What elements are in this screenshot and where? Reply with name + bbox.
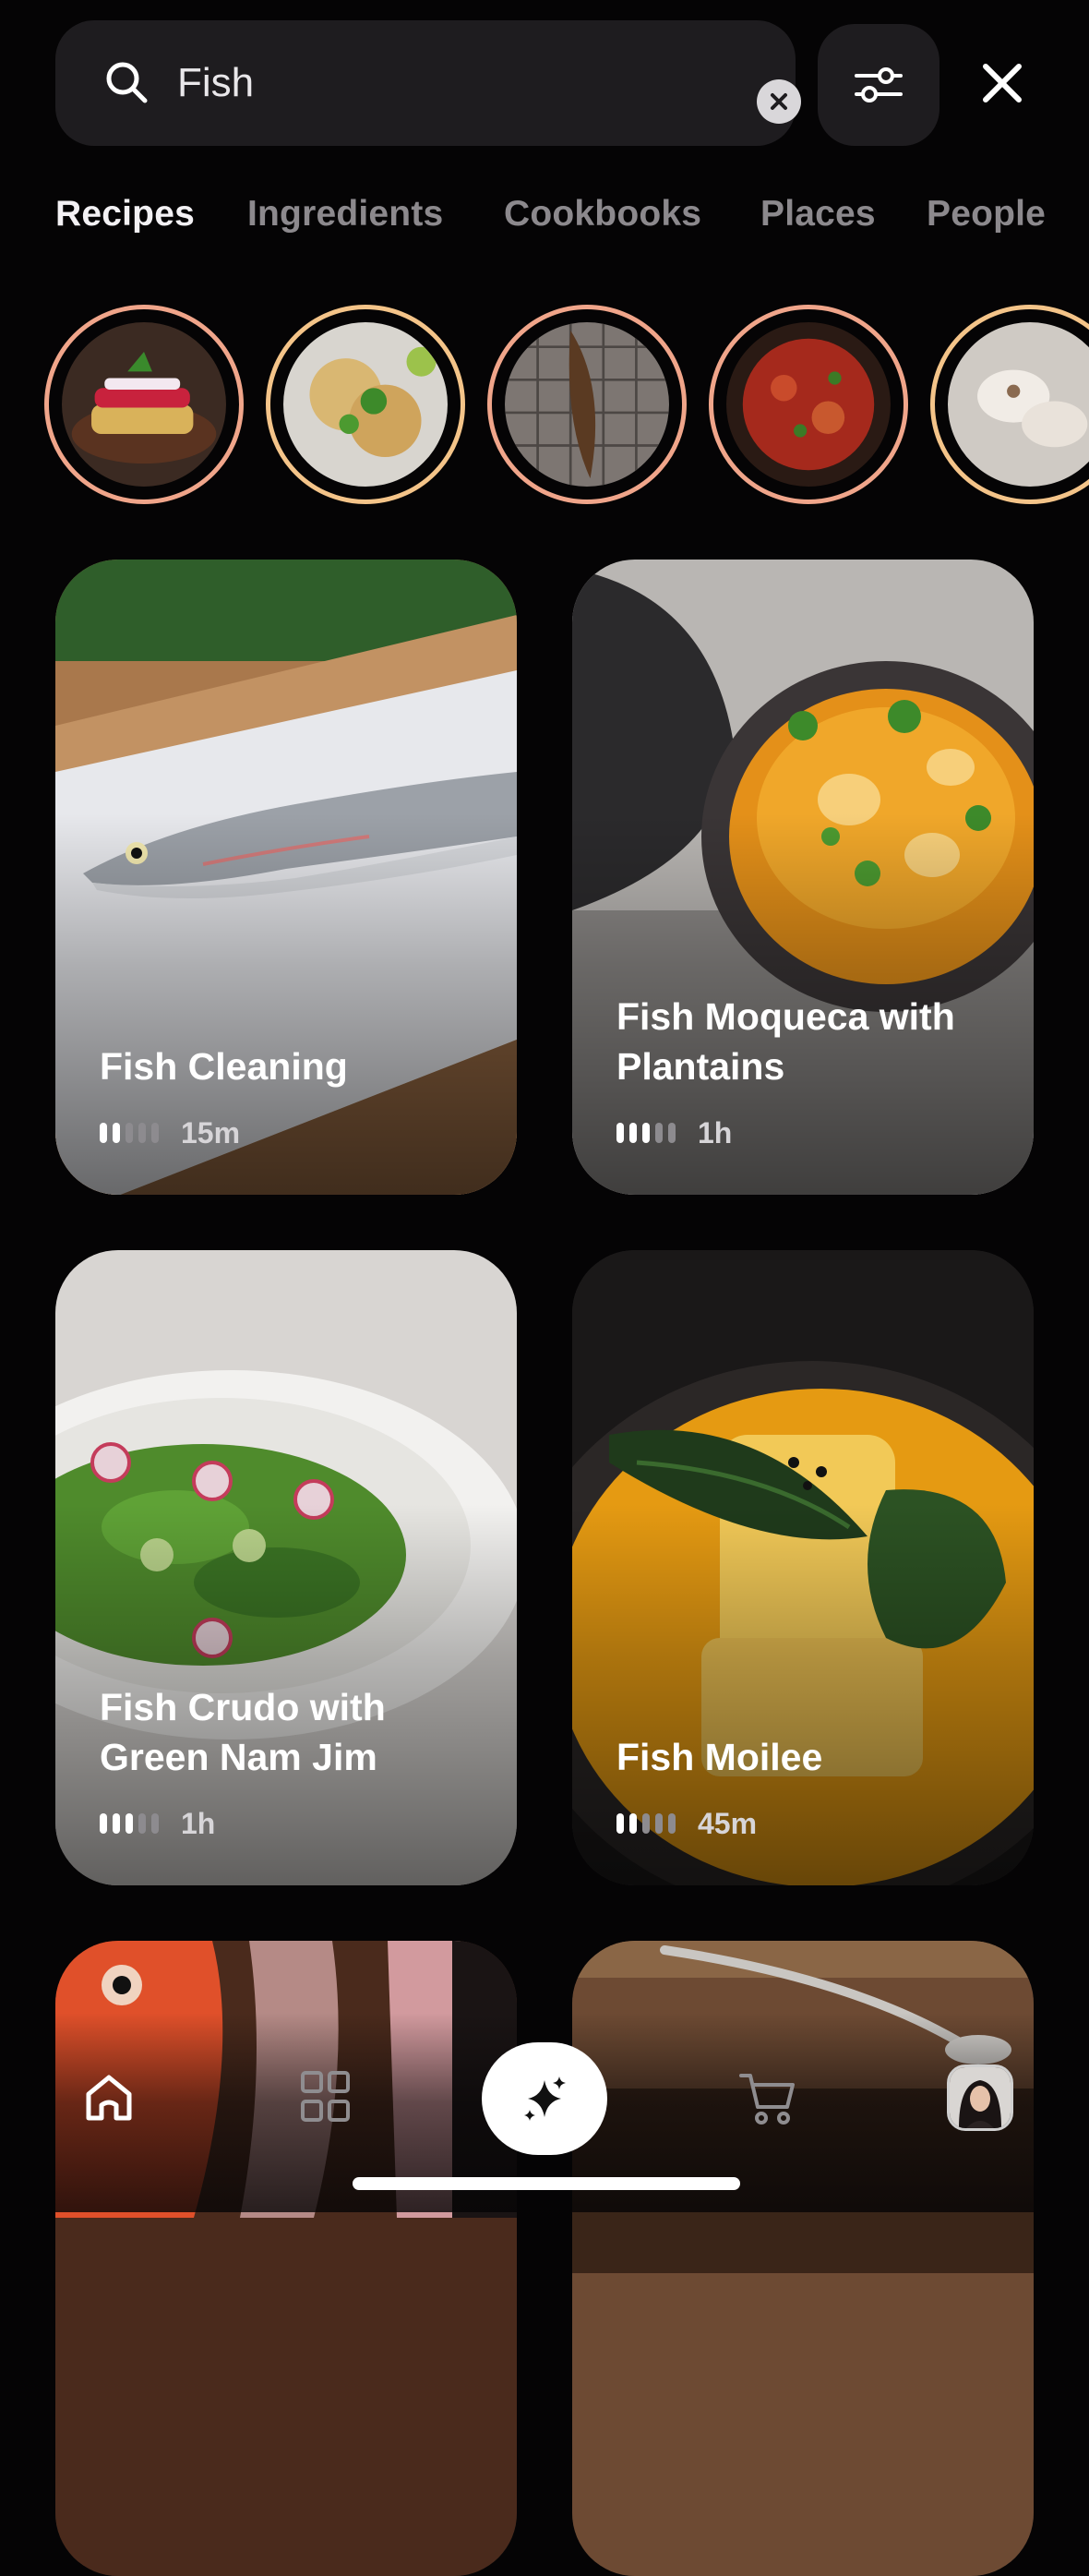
recipe-time: 45m: [698, 1806, 758, 1840]
difficulty-bar: [629, 1813, 637, 1834]
difficulty-bar: [100, 1813, 107, 1834]
difficulty-indicator: [616, 1813, 676, 1834]
difficulty-bar: [655, 1813, 663, 1834]
difficulty-bar: [126, 1813, 133, 1834]
home-icon: [86, 2075, 132, 2121]
difficulty-bar: [655, 1123, 663, 1143]
tab-places[interactable]: Places: [760, 194, 876, 235]
close-icon: [983, 64, 1022, 102]
tab-people[interactable]: People: [927, 194, 1046, 235]
recipe-title: Fish Cleaning: [100, 1045, 348, 1088]
search-bar: [55, 20, 801, 146]
recipe-meta: 1h: [616, 1115, 733, 1150]
difficulty-bar: [668, 1813, 676, 1834]
story-thumbnail: [726, 322, 891, 487]
recipe-title: Fish Moqueca with Plantains: [616, 995, 955, 1088]
difficulty-bar: [642, 1123, 650, 1143]
story-thumbnail: [283, 322, 448, 487]
recipe-title: Fish Moilee: [616, 1736, 823, 1778]
sliders-icon: [855, 67, 903, 102]
difficulty-bar: [616, 1813, 624, 1834]
story-thumbnail: [62, 322, 226, 487]
difficulty-bar: [126, 1123, 133, 1143]
grid-icon: [301, 2071, 350, 2122]
nav-cart[interactable]: [733, 2063, 803, 2133]
difficulty-bar: [113, 1123, 120, 1143]
tab-recipes[interactable]: Recipes: [55, 194, 195, 235]
recipe-meta: 15m: [100, 1115, 241, 1150]
recipe-title: Fish Crudo with Green Nam Jim: [100, 1686, 386, 1778]
difficulty-indicator: [100, 1123, 159, 1143]
story-item[interactable]: [709, 305, 908, 504]
story-item[interactable]: [930, 305, 1089, 504]
tab-ingredients[interactable]: Ingredients: [247, 194, 443, 235]
difficulty-bar: [668, 1123, 676, 1143]
recipe-meta: 1h: [100, 1806, 216, 1840]
difficulty-bar: [138, 1813, 146, 1834]
nav-collections[interactable]: [293, 2063, 358, 2133]
story-thumbnail: [948, 322, 1089, 487]
filter-button[interactable]: [818, 24, 939, 146]
difficulty-indicator: [100, 1813, 159, 1834]
search-input[interactable]: [177, 46, 712, 120]
close-button[interactable]: [965, 37, 1039, 129]
clear-search-button[interactable]: [757, 79, 801, 124]
recipe-card[interactable]: Fish Moqueca with Plantains 1h: [572, 560, 1034, 1195]
home-indicator: [353, 2177, 740, 2190]
difficulty-bar: [151, 1813, 159, 1834]
story-item[interactable]: [44, 305, 244, 504]
search-icon: [106, 62, 148, 103]
ai-assistant-button[interactable]: [482, 2042, 607, 2155]
cart-icon: [739, 2074, 795, 2125]
sparkles-icon: [524, 2076, 566, 2121]
recipe-time: 1h: [698, 1115, 733, 1150]
recipe-card[interactable]: Fish Cleaning 15m: [55, 560, 517, 1195]
recipe-card[interactable]: Fish Crudo with Green Nam Jim 1h: [55, 1250, 517, 1885]
nav-home[interactable]: [76, 2063, 142, 2133]
clear-icon: [771, 93, 787, 110]
story-item[interactable]: [487, 305, 687, 504]
tab-cookbooks[interactable]: Cookbooks: [504, 194, 701, 235]
difficulty-bar: [138, 1123, 146, 1143]
difficulty-indicator: [616, 1123, 676, 1143]
recipe-time: 1h: [181, 1806, 216, 1840]
story-thumbnail: [505, 322, 669, 487]
difficulty-bar: [100, 1123, 107, 1143]
recipe-card[interactable]: Fish Moilee 45m: [572, 1250, 1034, 1885]
profile-photo: [950, 2067, 1011, 2128]
difficulty-bar: [113, 1813, 120, 1834]
recipe-time: 15m: [181, 1115, 241, 1150]
difficulty-bar: [629, 1123, 637, 1143]
recipe-meta: 45m: [616, 1806, 758, 1840]
difficulty-bar: [616, 1123, 624, 1143]
avatar[interactable]: [947, 2064, 1013, 2131]
difficulty-bar: [642, 1813, 650, 1834]
difficulty-bar: [151, 1123, 159, 1143]
story-item[interactable]: [266, 305, 465, 504]
